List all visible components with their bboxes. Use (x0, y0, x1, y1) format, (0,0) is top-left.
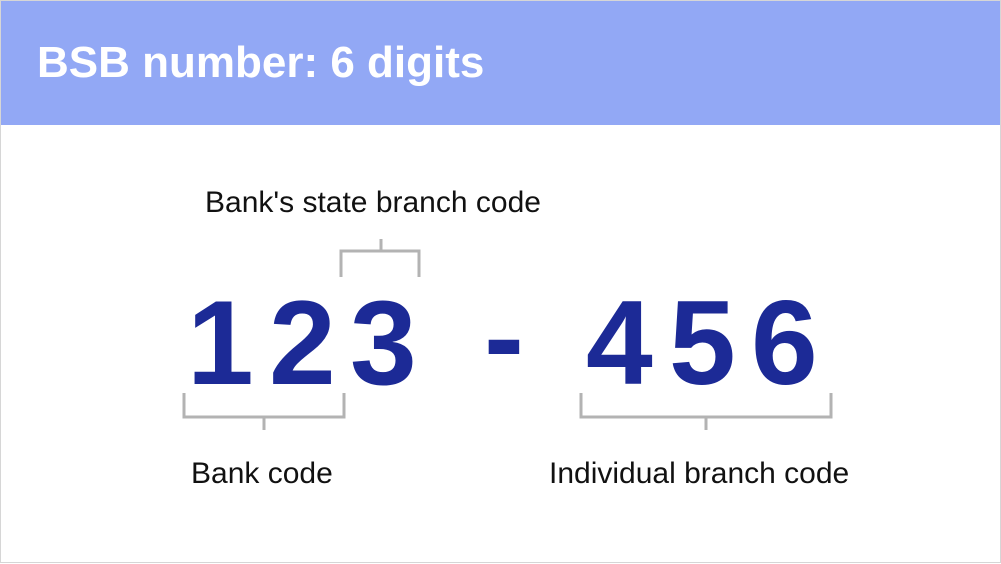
state-branch-code-label: Bank's state branch code (205, 186, 541, 219)
digit-separator: - (484, 270, 524, 404)
digit-6: 6 (751, 276, 818, 410)
digit-2: 2 (269, 276, 336, 410)
digit-3: 3 (350, 276, 417, 410)
page-title: BSB number: 6 digits (37, 38, 485, 87)
state-branch-bracket (339, 239, 421, 277)
digit-1: 1 (187, 276, 254, 410)
bank-code-label: Bank code (191, 457, 333, 490)
bsb-diagram-card: BSB number: 6 digits Bank's state branch… (0, 0, 1001, 563)
individual-branch-code-label: Individual branch code (549, 457, 850, 490)
digit-4: 4 (586, 276, 653, 410)
digit-5: 5 (669, 276, 736, 410)
header-banner: BSB number: 6 digits (1, 1, 1000, 125)
